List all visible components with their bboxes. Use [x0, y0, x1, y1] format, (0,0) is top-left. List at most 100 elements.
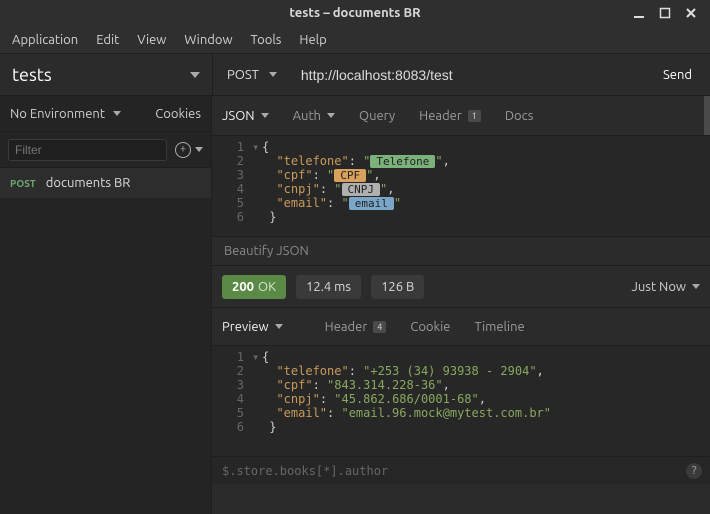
line-number: 1: [212, 140, 252, 154]
response-tabs: Preview Header 4 Cookie Timeline: [212, 308, 710, 346]
code-content: {: [262, 350, 269, 364]
menu-edit[interactable]: Edit: [88, 29, 127, 51]
add-request-button[interactable]: +: [175, 142, 203, 158]
size-pill[interactable]: 126 B: [371, 275, 424, 299]
filter-input[interactable]: [8, 139, 167, 161]
menubar: ApplicationEditViewWindowToolsHelp: [0, 26, 710, 54]
code-line: 2 "telefone": "Telefone",: [212, 154, 710, 168]
status-pill[interactable]: 200 OK: [222, 275, 286, 299]
template-chip[interactable]: CPF: [334, 169, 366, 182]
code-content: "cnpj": "45.862.686/0001-68",: [262, 392, 486, 406]
method-dropdown[interactable]: POST: [212, 54, 291, 95]
chevron-down-icon: [275, 324, 283, 329]
method-badge: POST: [10, 178, 36, 189]
window-title: tests – documents BR: [289, 6, 420, 20]
code-line: 6 }: [212, 210, 710, 224]
help-icon[interactable]: ?: [686, 463, 702, 479]
send-button[interactable]: Send: [645, 54, 710, 95]
code-content: "cnpj": "CNPJ",: [262, 182, 394, 196]
menu-help[interactable]: Help: [291, 29, 334, 51]
line-number: 5: [212, 196, 252, 210]
request-name: documents BR: [46, 176, 131, 190]
line-number: 1: [212, 350, 252, 364]
menu-tools[interactable]: Tools: [243, 29, 290, 51]
cookies-button[interactable]: Cookies: [155, 107, 201, 121]
template-chip[interactable]: email: [349, 197, 394, 210]
tab-preview[interactable]: Preview: [222, 320, 283, 334]
tab-timeline[interactable]: Timeline: [474, 320, 524, 334]
topbar: tests POST Send: [0, 54, 710, 96]
beautify-json-button[interactable]: Beautify JSON: [212, 236, 710, 266]
menu-view[interactable]: View: [129, 29, 174, 51]
tab-header[interactable]: Header 1: [419, 109, 481, 123]
fold-icon: [252, 168, 262, 182]
fold-icon[interactable]: ▾: [252, 350, 262, 364]
template-chip[interactable]: Telefone: [370, 155, 435, 168]
line-number: 5: [212, 406, 252, 420]
chevron-down-icon: [261, 113, 269, 118]
line-number: 3: [212, 378, 252, 392]
jsonpath-bar[interactable]: $.store.books[*].author ?: [212, 456, 710, 484]
scrollbar[interactable]: [704, 96, 710, 135]
minimize-button[interactable]: [632, 6, 646, 20]
code-content: "telefone": "+253 (34) 93938 - 2904",: [262, 364, 544, 378]
maximize-button[interactable]: [658, 6, 672, 20]
code-line: 3 "cpf": "843.314.228-36",: [212, 378, 710, 392]
tab-auth[interactable]: Auth: [293, 109, 335, 123]
content-area: JSON Auth Query Header 1 Docs 1▾{2 "tele…: [212, 96, 710, 514]
code-line: 5 "email": "email.96.mock@mytest.com.br": [212, 406, 710, 420]
template-chip[interactable]: CNPJ: [342, 183, 381, 196]
line-number: 4: [212, 182, 252, 196]
request-tabs: JSON Auth Query Header 1 Docs: [212, 96, 710, 136]
titlebar: tests – documents BR: [0, 0, 710, 26]
history-dropdown[interactable]: Just Now: [631, 280, 700, 294]
menu-application[interactable]: Application: [4, 29, 86, 51]
fold-icon[interactable]: ▾: [252, 140, 262, 154]
line-number: 6: [212, 420, 252, 434]
code-line: 6 }: [212, 420, 710, 434]
jsonpath-placeholder: $.store.books[*].author: [222, 464, 388, 478]
tab-resp-header[interactable]: Header 4: [325, 320, 387, 334]
tab-cookie[interactable]: Cookie: [410, 320, 450, 334]
header-count-badge: 1: [468, 110, 481, 122]
code-content: "email": "email": [262, 196, 401, 210]
line-number: 3: [212, 168, 252, 182]
chevron-down-icon: [195, 147, 203, 152]
chevron-down-icon: [269, 72, 277, 77]
code-content: "cpf": "CPF",: [262, 168, 381, 182]
chevron-down-icon: [327, 113, 335, 118]
code-line: 1▾{: [212, 350, 710, 364]
tab-docs[interactable]: Docs: [505, 109, 533, 123]
method-label: POST: [227, 68, 259, 82]
request-body-editor[interactable]: 1▾{2 "telefone": "Telefone",3 "cpf": "CP…: [212, 136, 710, 236]
menu-window[interactable]: Window: [176, 29, 240, 51]
code-line: 4 "cnpj": "CNPJ",: [212, 182, 710, 196]
fold-icon: [252, 182, 262, 196]
fold-icon: [252, 154, 262, 168]
code-content: "cpf": "843.314.228-36",: [262, 378, 450, 392]
chevron-down-icon: [692, 284, 700, 289]
fold-icon: [252, 196, 262, 210]
workspace-tab-label: tests: [12, 65, 52, 85]
code-line: 5 "email": "email": [212, 196, 710, 210]
close-button[interactable]: [684, 6, 698, 20]
environment-label: No Environment: [10, 107, 105, 121]
time-pill[interactable]: 12.4 ms: [296, 275, 361, 299]
workspace-tab[interactable]: tests: [0, 54, 212, 95]
url-bar[interactable]: [291, 54, 645, 95]
chevron-down-icon: [113, 111, 121, 116]
environment-dropdown[interactable]: No Environment: [10, 107, 121, 121]
request-list: POST documents BR: [0, 168, 211, 514]
tab-body-json[interactable]: JSON: [222, 109, 269, 123]
request-item[interactable]: POST documents BR: [0, 168, 211, 198]
resp-header-count-badge: 4: [373, 321, 386, 333]
code-line: 2 "telefone": "+253 (34) 93938 - 2904",: [212, 364, 710, 378]
fold-icon: [252, 392, 262, 406]
status-code: 200: [232, 280, 254, 294]
line-number: 2: [212, 154, 252, 168]
response-body-viewer[interactable]: 1▾{2 "telefone": "+253 (34) 93938 - 2904…: [212, 346, 710, 456]
url-input[interactable]: [301, 67, 635, 83]
tab-query[interactable]: Query: [359, 109, 395, 123]
fold-icon: [252, 364, 262, 378]
status-text: OK: [258, 280, 276, 294]
